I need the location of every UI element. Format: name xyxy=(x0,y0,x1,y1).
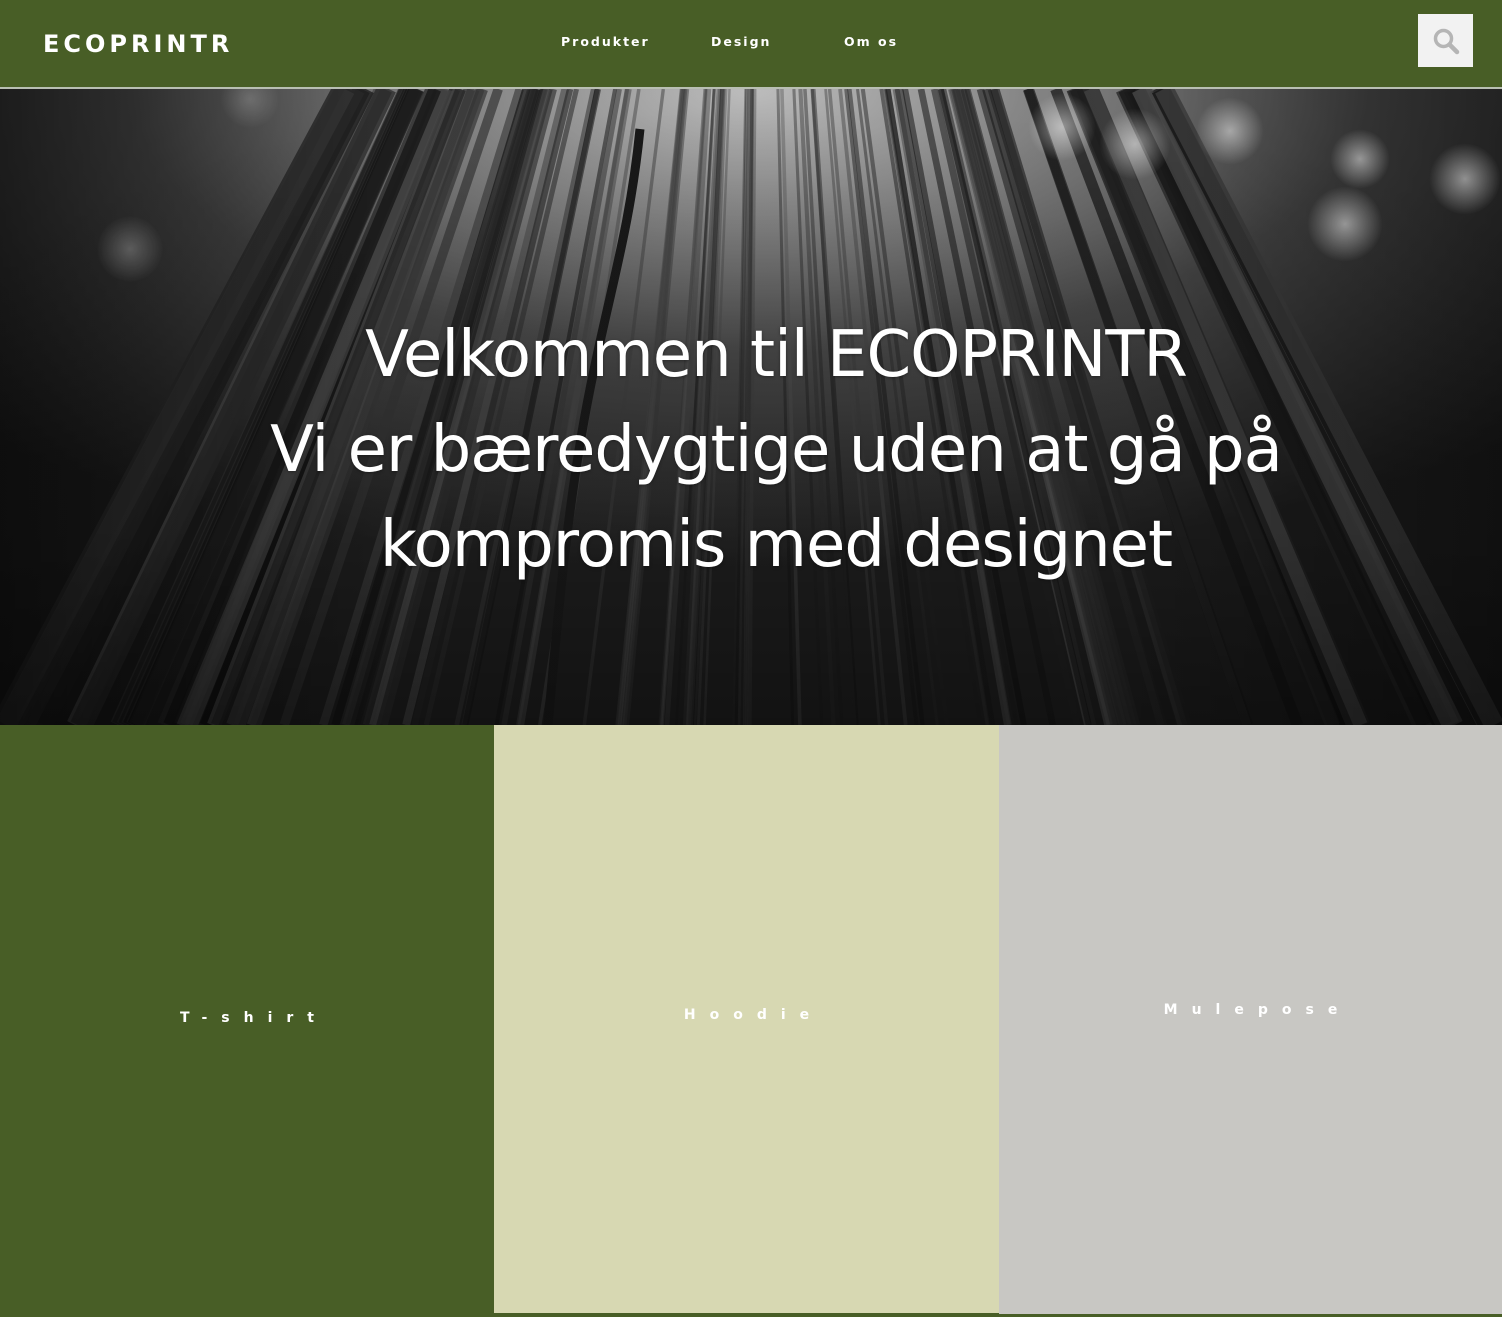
product-tile-mulepose[interactable]: Mulepose xyxy=(999,725,1502,1314)
nav-link-produkter[interactable]: Produkter xyxy=(561,34,650,50)
product-tile-label: Mulepose xyxy=(1163,1002,1352,1018)
hero-line-1: Velkommen til ECOPRINTR xyxy=(365,318,1188,392)
hero-headline: Velkommen til ECOPRINTR Vi er bæredygtig… xyxy=(0,89,1502,725)
hero-line-2: Vi er bæredygtige uden at gå på xyxy=(270,413,1283,487)
search-icon xyxy=(1433,28,1459,54)
logo[interactable]: ECOPRINTR xyxy=(43,30,233,58)
nav-link-design[interactable]: Design xyxy=(711,34,771,50)
nav-link-om-os[interactable]: Om os xyxy=(844,34,898,50)
search-button[interactable] xyxy=(1418,14,1473,67)
hero-line-3: kompromis med designet xyxy=(379,508,1173,582)
top-navigation-bar: ECOPRINTR Produkter Design Om os xyxy=(0,0,1502,89)
product-tile-tshirt[interactable]: T-shirt xyxy=(0,725,494,1317)
page: ECOPRINTR Produkter Design Om os Velkomm… xyxy=(0,0,1502,1317)
product-tile-hoodie[interactable]: Hoodie xyxy=(494,725,999,1313)
product-tile-label: Hoodie xyxy=(683,1007,824,1023)
product-tile-label: T-shirt xyxy=(180,1010,328,1026)
hero-banner: Velkommen til ECOPRINTR Vi er bæredygtig… xyxy=(0,89,1502,725)
